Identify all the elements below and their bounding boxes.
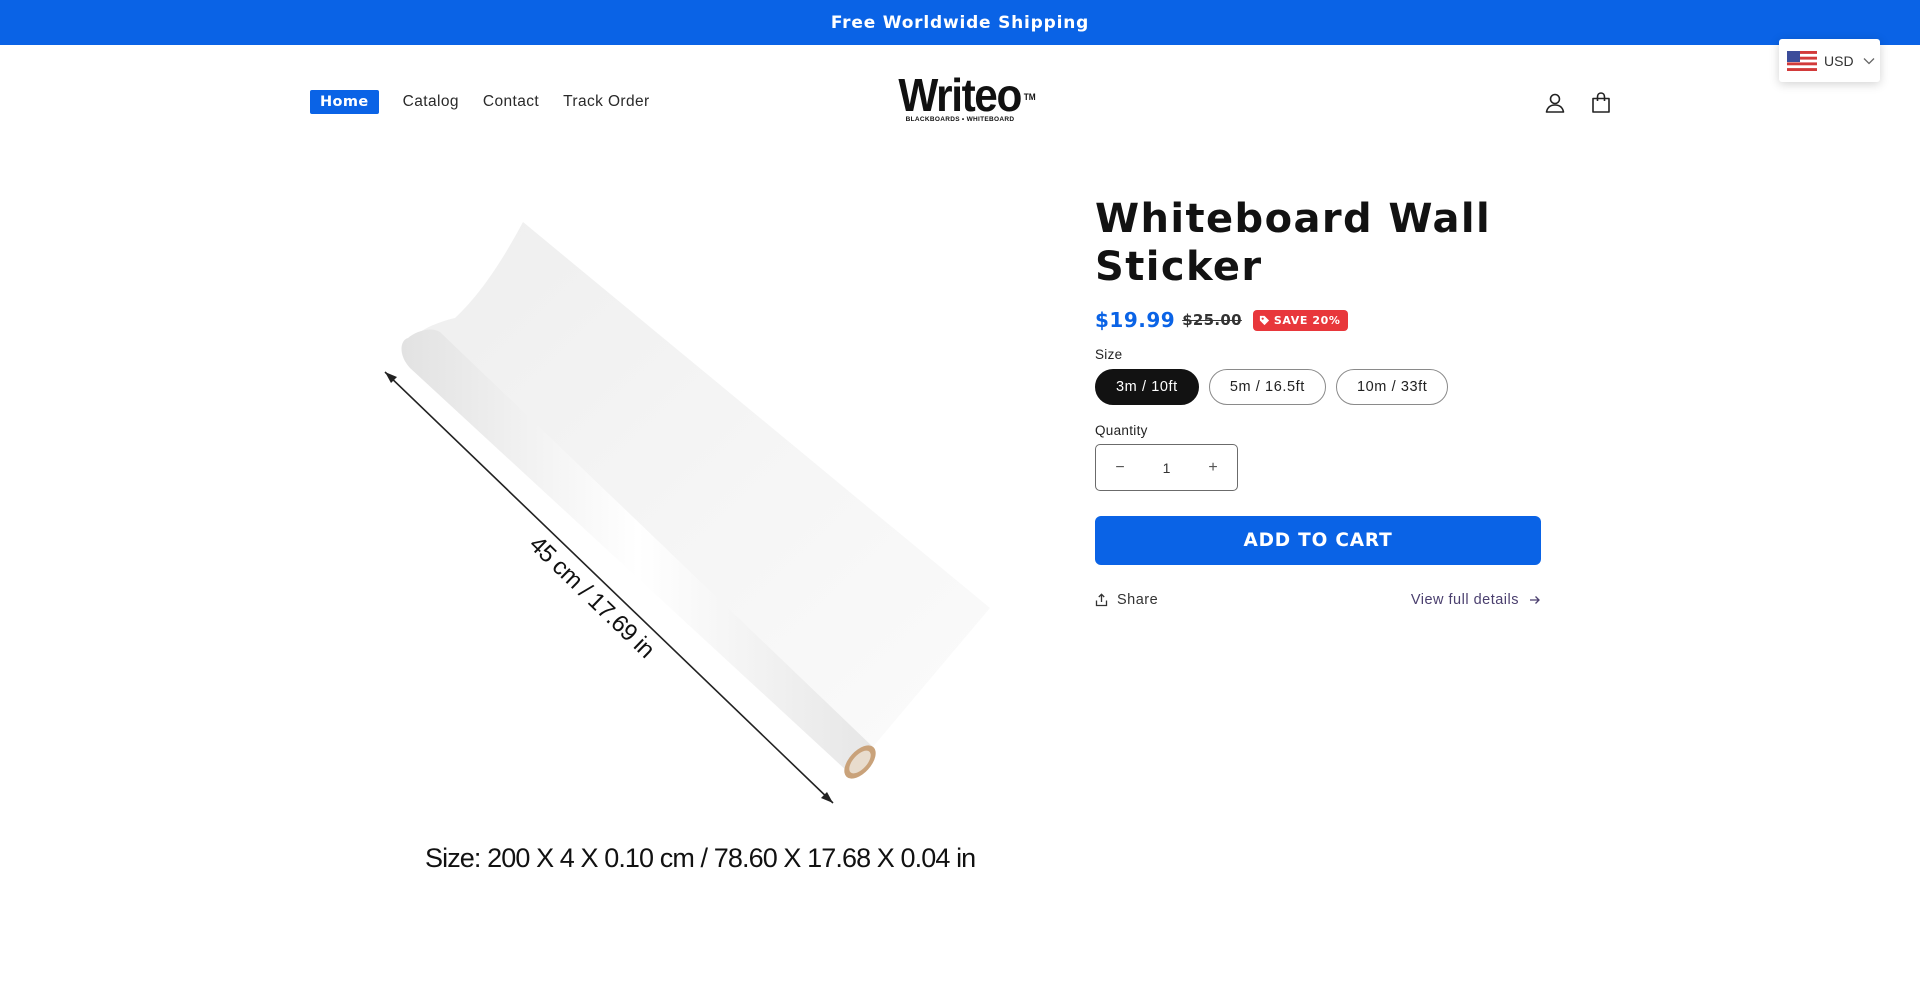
quantity-label: Quantity xyxy=(1095,423,1148,438)
sale-badge-text: SAVE 20% xyxy=(1273,313,1341,327)
currency-selector[interactable]: USD xyxy=(1779,39,1880,82)
header-icons xyxy=(1543,91,1613,115)
logo-trademark: TM xyxy=(1024,92,1037,102)
announcement-text: Free Worldwide Shipping xyxy=(830,12,1090,33)
nav-item-contact[interactable]: Contact xyxy=(483,93,539,111)
account-icon[interactable] xyxy=(1543,91,1567,115)
cart-bag-icon[interactable] xyxy=(1589,91,1613,115)
quantity-decrease-button[interactable]: − xyxy=(1110,459,1130,477)
chevron-down-icon xyxy=(1863,57,1875,64)
currency-label: USD xyxy=(1824,52,1854,69)
share-icon xyxy=(1095,593,1108,607)
nav-item-home[interactable]: Home xyxy=(310,90,379,114)
compare-price: $25.00 xyxy=(1182,311,1242,329)
arrow-right-icon xyxy=(1530,596,1540,604)
store-logo[interactable]: Writeo TM BLACKBOARDS • WHITEBOARD xyxy=(885,72,1036,127)
main-nav: Home Catalog Contact Track Order xyxy=(310,90,674,114)
announcement-bar: Free Worldwide Shipping xyxy=(0,0,1920,45)
product-image: 45 cm / 17.69 in xyxy=(384,222,990,804)
us-flag-icon xyxy=(1787,50,1817,71)
size-option-3m[interactable]: 3m / 10ft xyxy=(1095,369,1199,405)
logo-wordmark: Writeo TM xyxy=(899,72,1036,118)
product-actions: Share View full details xyxy=(1095,592,1541,608)
view-full-details-link[interactable]: View full details xyxy=(1411,592,1541,608)
sale-price: $19.99 xyxy=(1095,308,1176,332)
nav-item-track-order[interactable]: Track Order xyxy=(563,93,650,111)
size-option-5m[interactable]: 5m / 16.5ft xyxy=(1208,369,1326,405)
tag-icon xyxy=(1259,315,1269,325)
quantity-stepper: − 1 + xyxy=(1095,444,1238,491)
nav-item-catalog[interactable]: Catalog xyxy=(403,93,459,111)
sheet-shape xyxy=(412,222,990,762)
size-options: 3m / 10ft 5m / 16.5ft 10m / 33ft xyxy=(1095,369,1545,405)
sale-badge: SAVE 20% xyxy=(1252,309,1348,331)
add-to-cart-button[interactable]: ADD TO CART xyxy=(1095,516,1541,565)
size-label: Size xyxy=(1095,347,1123,362)
quantity-value[interactable]: 1 xyxy=(1163,460,1171,476)
product-title: Whiteboard Wall Sticker xyxy=(1095,196,1492,290)
share-button[interactable]: Share xyxy=(1095,592,1158,608)
price-row: $19.99 $25.00 SAVE 20% xyxy=(1095,308,1545,332)
size-option-10m[interactable]: 10m / 33ft xyxy=(1335,369,1449,405)
view-full-details-label: View full details xyxy=(1410,592,1519,608)
image-size-caption: Size: 200 X 4 X 0.10 cm / 78.60 X 17.68 … xyxy=(425,843,976,873)
product-info: Whiteboard Wall Sticker $19.99 $25.00 SA… xyxy=(1095,195,1545,608)
logo-name: Writeo xyxy=(898,69,1023,121)
product-gallery[interactable]: 45 cm / 17.69 in xyxy=(360,190,1000,890)
share-label: Share xyxy=(1117,592,1159,608)
quantity-increase-button[interactable]: + xyxy=(1203,459,1223,477)
